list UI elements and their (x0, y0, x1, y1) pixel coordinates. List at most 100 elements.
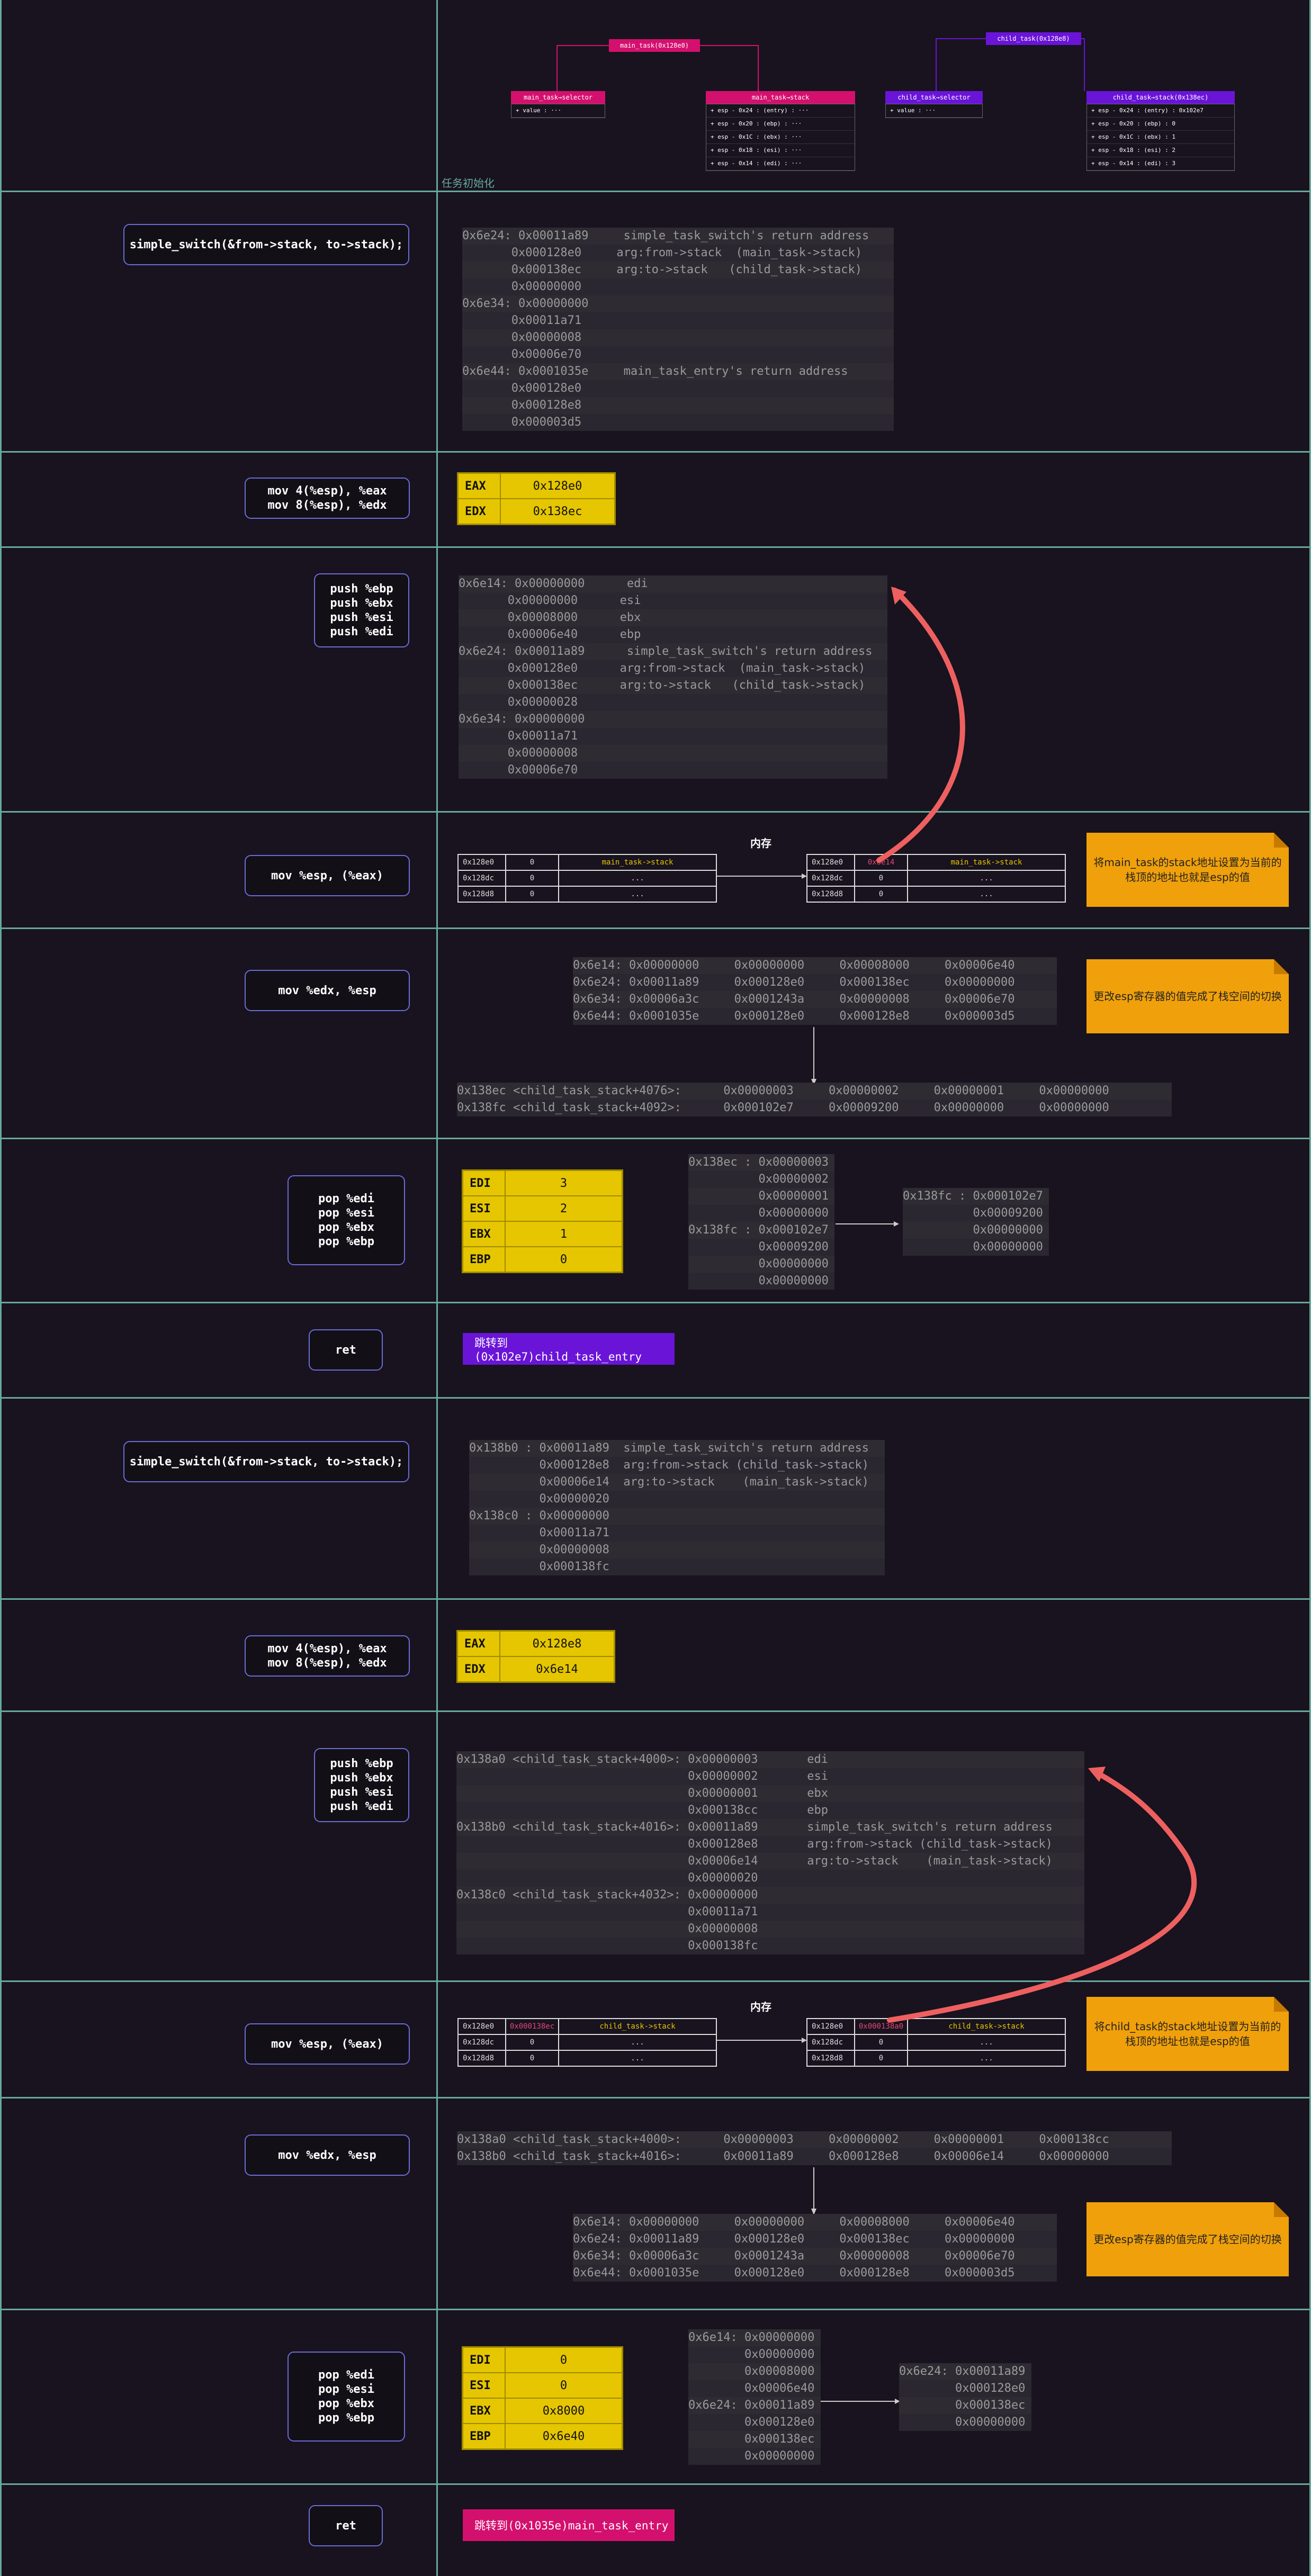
row-simple-switch-2: simple_switch(&from->stack, to->stack); … (0, 1399, 1311, 1600)
stack-line: 0x6e24: 0x00011a89 0x000128e0 0x000138ec… (573, 2231, 1057, 2248)
instr-pop: pop %edi pop %esi pop %ebx pop %ebp (288, 1175, 405, 1265)
stack-remaining: 0x6e24: 0x00011a89 0x000128e0 0x000138ec… (899, 2363, 1031, 2431)
child-task-title: child_task(0x128e8) (997, 35, 1070, 42)
stack-line: 0x00011a71 (456, 1904, 1084, 1921)
stack-line: 0x138a0 <child_task_stack+4000>: 0x00000… (456, 1751, 1084, 1768)
stack-line: 0x138b0 : 0x00011a89 simple_task_switch'… (469, 1440, 885, 1457)
child-selector-node: child_task→selector + value : ··· (885, 91, 983, 118)
stack-line: 0x00000000 (903, 1222, 1049, 1239)
memory-row: 0x128dc 0... (459, 871, 716, 887)
memory-arrow (717, 873, 807, 879)
stack-before: 0x6e14: 0x00000000 0x00000000 0x00008000… (573, 957, 1057, 1025)
stack-line: 0x00006e40 (688, 2380, 821, 2397)
stack-line: 0x000138fc (469, 1559, 885, 1575)
row-mov-edx-esp-1: mov %edx, %esp 0x6e14: 0x00000000 0x0000… (0, 929, 1311, 1139)
row-simple-switch-1: simple_switch(&from->stack, to->stack); … (0, 192, 1311, 453)
register-row: EBP 0x6e40 (463, 2424, 622, 2448)
register-value: 0x6e40 (542, 2429, 585, 2443)
stack-line: 0x00000008 (462, 329, 894, 346)
stack-line: 0x000128e0 (462, 380, 894, 397)
register-name: EAX (459, 474, 501, 498)
register-value: 2 (560, 1202, 568, 1215)
memory-row: 0x128dc 0... (807, 871, 1065, 887)
register-name: EBX (463, 1222, 506, 1246)
stack-line: 0x00006e14 arg:to->stack (main_task->sta… (456, 1853, 1084, 1870)
memory-cell: 0x128dc (459, 2035, 506, 2050)
memory-cell: 0 (506, 2051, 559, 2066)
stack-dump: 0x138a0 <child_task_stack+4000>: 0x00000… (456, 1751, 1084, 1954)
stack-line: 0x000128e8 (462, 397, 894, 414)
row-push-1: push %ebp push %ebx push %esi push %edi … (0, 548, 1311, 813)
stack-line: 0x00000008 (456, 1921, 1084, 1938)
instr-pop: pop %edi pop %esi pop %ebx pop %ebp (288, 2352, 405, 2442)
memory-row: 0x128dc 0... (807, 2035, 1065, 2051)
stack-line: 0x6e24: 0x00011a89 (688, 2397, 821, 2414)
stack-line: 0x00009200 (903, 1205, 1049, 1222)
stack-line: 0x000003d5 (462, 414, 894, 431)
note-stack-switch: 更改esp寄存器的值完成了栈空间的切换 (1086, 959, 1289, 1033)
memory-cell: 0 (855, 2035, 908, 2050)
init-caption: 任务初始化 (442, 177, 495, 190)
field-row: + esp - 0x14 : (edi) : 3 (1087, 157, 1234, 170)
stack-line: 0x000138ec (899, 2397, 1031, 2414)
stack-line: 0x6e44: 0x0001035e 0x000128e0 0x000128e8… (573, 2265, 1057, 2282)
memory-cell: 0 (506, 2035, 559, 2050)
register-name: EDI (463, 2348, 506, 2372)
memory-cell: 0x128d8 (459, 887, 506, 902)
stack-line: 0x00008000 ebx (459, 609, 887, 626)
stack-line: 0x6e34: 0x00000000 (459, 711, 887, 728)
memory-cell: ... (980, 890, 993, 898)
stack-line: 0x6e44: 0x0001035e 0x000128e0 0x000128e8… (573, 1008, 1057, 1025)
memory-cell: 0x000138ec (506, 2019, 559, 2034)
stack-line: 0x138ec : 0x00000003 (688, 1154, 834, 1171)
register-value: 1 (560, 1227, 568, 1241)
row-pop-1: pop %edi pop %esi pop %ebx pop %ebp EDI 3… (0, 1139, 1311, 1303)
stack-line: 0x000128e8 arg:from->stack (child_task->… (469, 1457, 885, 1474)
instr-push: push %ebp push %ebx push %esi push %edi (314, 573, 409, 647)
memory-cell: 0 (506, 887, 559, 902)
stack-line: 0x6e24: 0x00011a89 0x000128e0 0x000138ec… (573, 974, 1057, 991)
register-row: EBX 0x8000 (463, 2399, 622, 2424)
stack-line: 0x00000000 (688, 1273, 834, 1290)
stack-line: 0x138b0 <child_task_stack+4016>: 0x00011… (457, 2148, 1172, 2165)
stack-line: 0x000138ec arg:to->stack (child_task->st… (459, 677, 887, 694)
row-mov-args-1: mov 4(%esp), %eax mov 8(%esp), %edx EAX 0… (0, 453, 1311, 548)
register-value: 0x128e0 (533, 479, 582, 493)
pop-arrow (836, 1221, 899, 1227)
stack-line: 0x138ec <child_task_stack+4076>: 0x00000… (457, 1083, 1172, 1100)
register-value: 0 (560, 2379, 568, 2392)
register-value: 0x6e14 (536, 1662, 578, 1676)
field-row: + esp - 0x1C : (ebx) : 1 (1087, 131, 1234, 144)
stack-dump: 0x138b0 : 0x00011a89 simple_task_switch'… (469, 1440, 885, 1575)
stack-remaining: 0x138fc : 0x000102e7 0x00009200 0x000000… (903, 1188, 1049, 1256)
stack-line: 0x6e24: 0x00011a89 simple_task_switch's … (459, 643, 887, 660)
memory-cell: ... (631, 2054, 644, 2062)
stack-line: 0x00000001 ebx (456, 1785, 1084, 1802)
memory-cell: 0 (506, 871, 559, 886)
stack-line: 0x138b0 <child_task_stack+4016>: 0x00011… (456, 1819, 1084, 1836)
register-name: EDI (463, 1171, 506, 1195)
field-row: + esp - 0x14 : (edi) : ··· (706, 157, 855, 170)
row-mov-esp-eax-1: mov %esp, (%eax) 内存 0x128e0 0 main_task->s… (0, 813, 1311, 929)
row-task-init: main_task(0x128e0) child_task(0x128e8) m… (0, 0, 1311, 192)
stack-line: 0x000138ec (688, 2431, 821, 2448)
memory-before: 0x128e0 0 main_task->stack 0x128dc 0... 0x128… (457, 854, 717, 903)
memory-cell: 0 (506, 855, 559, 870)
register-value: 0 (560, 1253, 568, 1266)
memory-before: 0x128e0 0x000138ec child_task->stack 0x128d… (457, 2018, 717, 2067)
stack-line: 0x00000000 (903, 1239, 1049, 1256)
register-row: EAX 0x128e0 (459, 474, 614, 499)
register-row: EBP 0 (463, 1247, 622, 1272)
row-push-2: push %ebp push %ebx push %esi push %edi … (0, 1712, 1311, 1982)
field-row: + esp - 0x18 : (esi) : ··· (706, 144, 855, 157)
stack-line: 0x00000008 (459, 745, 887, 762)
memory-cell: 0x128d8 (807, 2051, 855, 2066)
stack-line: 0x138fc : 0x000102e7 (688, 1222, 834, 1239)
instr-simple-switch: simple_switch(&from->stack, to->stack); (123, 1441, 409, 1482)
stack-line: 0x000128e0 arg:from->stack (main_task->s… (462, 245, 894, 262)
stack-line: 0x000138cc ebp (456, 1802, 1084, 1819)
stack-line: 0x6e34: 0x00006a3c 0x0001243a 0x00000008… (573, 991, 1057, 1008)
row-ret-2: ret 跳转到(0x1035e)main_task_entry (0, 2485, 1311, 2576)
memory-after: 0x128e0 0x000138a0 child_task->stack 0x128d… (806, 2018, 1066, 2067)
memory-cell: 0x6e14 (855, 855, 908, 870)
